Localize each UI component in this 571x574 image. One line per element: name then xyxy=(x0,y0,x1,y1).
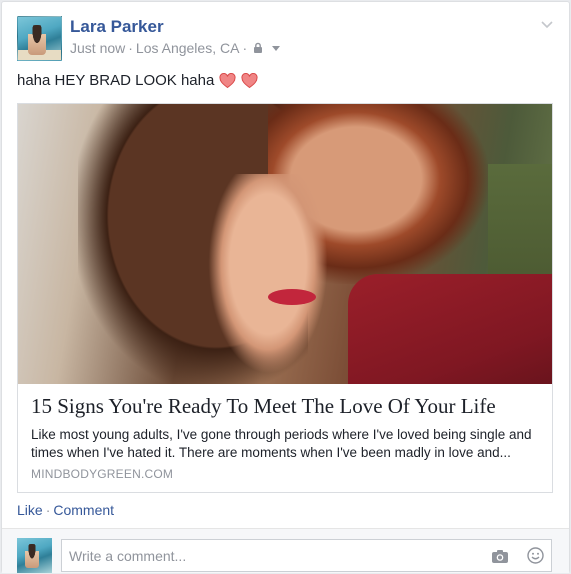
chevron-down-icon[interactable] xyxy=(539,16,555,32)
post-location[interactable]: Los Angeles, CA xyxy=(136,40,240,56)
post-status: haha HEY BRAD LOOK haha xyxy=(17,72,258,89)
link-preview-text[interactable]: 15 Signs You're Ready To Meet The Love O… xyxy=(31,392,541,481)
post-time[interactable]: Just now xyxy=(70,40,125,56)
feed-post: Lara Parker Just now · Los Angeles, CA ·… xyxy=(1,1,570,573)
link-domain: MINDBODYGREEN.COM xyxy=(31,467,174,481)
meta-separator: · xyxy=(242,40,248,56)
heart-icon xyxy=(241,72,258,88)
image-lips xyxy=(268,289,316,305)
comment-area xyxy=(2,528,569,573)
link-preview-card[interactable]: 15 Signs You're Ready To Meet The Love O… xyxy=(17,103,553,493)
comment-input[interactable] xyxy=(69,547,479,565)
like-link[interactable]: Like xyxy=(17,502,43,518)
post-meta: Just now · Los Angeles, CA · xyxy=(70,40,282,56)
link-preview-image[interactable] xyxy=(18,104,552,384)
avatar-figure xyxy=(28,25,46,55)
status-text: haha HEY BRAD LOOK haha xyxy=(17,72,215,89)
image-woman-face xyxy=(208,174,328,374)
comment-link[interactable]: Comment xyxy=(53,502,114,518)
actions-separator: · xyxy=(45,502,51,518)
avatar-figure xyxy=(25,544,39,568)
lock-icon[interactable] xyxy=(252,42,264,54)
heart-icon xyxy=(219,72,236,88)
camera-icon[interactable] xyxy=(491,548,509,564)
commenter-avatar[interactable] xyxy=(17,538,52,573)
comment-box[interactable] xyxy=(61,539,552,572)
link-title[interactable]: 15 Signs You're Ready To Meet The Love O… xyxy=(31,392,541,420)
audience-caret-icon[interactable] xyxy=(270,42,282,54)
meta-separator: · xyxy=(128,40,133,56)
smiley-icon[interactable] xyxy=(527,547,544,564)
post-actions: Like · Comment xyxy=(17,502,114,518)
author-name[interactable]: Lara Parker xyxy=(70,17,164,37)
link-description: Like most young adults, I've gone throug… xyxy=(31,427,532,460)
author-avatar[interactable] xyxy=(17,16,62,61)
image-sweater xyxy=(348,274,552,384)
